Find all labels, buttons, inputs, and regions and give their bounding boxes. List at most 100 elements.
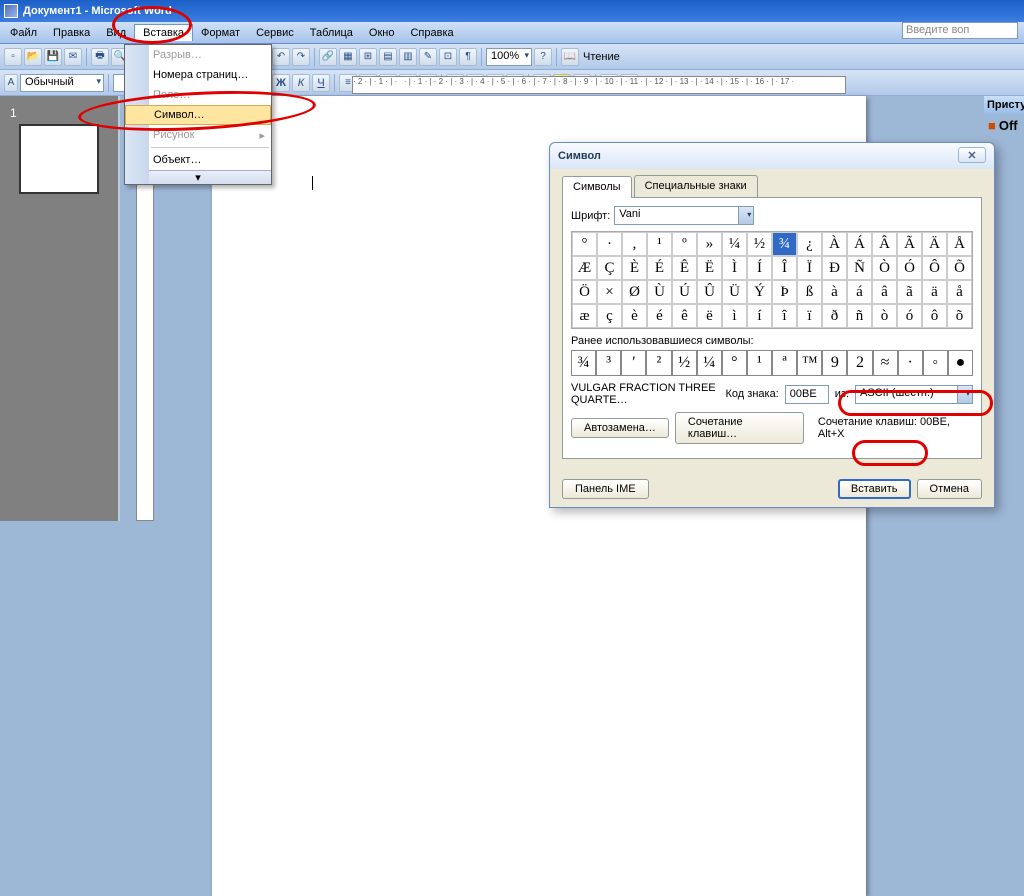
close-button[interactable]: ✕ bbox=[958, 147, 986, 163]
symbol-cell[interactable]: î bbox=[772, 304, 797, 328]
recent-symbol-cell[interactable]: ° bbox=[722, 350, 747, 376]
symbol-cell[interactable]: º bbox=[672, 232, 697, 256]
tab-special[interactable]: Специальные знаки bbox=[634, 175, 758, 197]
from-combo[interactable]: ASCII (шестн.) bbox=[855, 385, 973, 404]
symbol-cell[interactable]: Ñ bbox=[847, 256, 872, 280]
symbol-cell[interactable]: À bbox=[822, 232, 847, 256]
recent-symbol-cell[interactable]: ¹ bbox=[747, 350, 772, 376]
symbol-cell[interactable]: Ï bbox=[797, 256, 822, 280]
symbol-cell[interactable]: â bbox=[872, 280, 897, 304]
menu-tools[interactable]: Сервис bbox=[248, 25, 302, 41]
recent-symbol-cell[interactable]: ½ bbox=[672, 350, 697, 376]
symbol-cell[interactable]: ð bbox=[822, 304, 847, 328]
dd-object[interactable]: Объект… bbox=[125, 150, 271, 170]
symbol-cell[interactable]: ë bbox=[697, 304, 722, 328]
dd-break[interactable]: Разрыв… bbox=[125, 45, 271, 65]
recent-symbol-cell[interactable]: ™ bbox=[797, 350, 822, 376]
dialog-title[interactable]: Символ ✕ bbox=[550, 143, 994, 169]
symbol-cell[interactable]: ç bbox=[597, 304, 622, 328]
hyperlink-button[interactable]: 🔗 bbox=[319, 48, 337, 66]
symbol-cell[interactable]: ¾ bbox=[772, 232, 797, 256]
symbol-cell[interactable]: Ù bbox=[647, 280, 672, 304]
symbol-cell[interactable]: Ü bbox=[722, 280, 747, 304]
style-combo[interactable]: Обычный bbox=[20, 74, 104, 92]
menu-table[interactable]: Таблица bbox=[302, 25, 361, 41]
symbol-cell[interactable]: Ð bbox=[822, 256, 847, 280]
menu-edit[interactable]: Правка bbox=[45, 25, 98, 41]
symbol-cell[interactable]: Á bbox=[847, 232, 872, 256]
symbol-cell[interactable]: Ö bbox=[572, 280, 597, 304]
shortcut-button[interactable]: Сочетание клавиш… bbox=[675, 412, 804, 444]
symbol-cell[interactable]: Ò bbox=[872, 256, 897, 280]
open-button[interactable]: 📂 bbox=[24, 48, 42, 66]
recent-symbol-cell[interactable]: ′ bbox=[621, 350, 646, 376]
excel-button[interactable]: ▤ bbox=[379, 48, 397, 66]
symbol-cell[interactable]: Ø bbox=[622, 280, 647, 304]
docmap-button[interactable]: ⊡ bbox=[439, 48, 457, 66]
symbol-cell[interactable]: Ô bbox=[922, 256, 947, 280]
menu-insert[interactable]: Вставка bbox=[134, 24, 193, 41]
bold-button[interactable]: Ж bbox=[272, 74, 290, 92]
symbol-cell[interactable]: » bbox=[697, 232, 722, 256]
recent-symbol-cell[interactable]: 9 bbox=[822, 350, 847, 376]
symbol-cell[interactable]: Ý bbox=[747, 280, 772, 304]
dd-field[interactable]: Поле… bbox=[125, 85, 271, 105]
symbol-cell[interactable]: é bbox=[647, 304, 672, 328]
menu-help[interactable]: Справка bbox=[402, 25, 461, 41]
undo-button[interactable]: ↶ bbox=[272, 48, 290, 66]
symbol-cell[interactable]: õ bbox=[947, 304, 972, 328]
symbol-cell[interactable]: × bbox=[597, 280, 622, 304]
new-doc-button[interactable]: ▫ bbox=[4, 48, 22, 66]
symbol-cell[interactable]: Â bbox=[872, 232, 897, 256]
columns-button[interactable]: ▥ bbox=[399, 48, 417, 66]
save-button[interactable]: 💾 bbox=[44, 48, 62, 66]
symbol-cell[interactable]: ¿ bbox=[797, 232, 822, 256]
dd-page-numbers[interactable]: Номера страниц… bbox=[125, 65, 271, 85]
symbol-cell[interactable]: Ë bbox=[697, 256, 722, 280]
symbol-cell[interactable]: Ã bbox=[897, 232, 922, 256]
dd-symbol[interactable]: Символ bbox=[125, 105, 271, 125]
symbol-cell[interactable]: ½ bbox=[747, 232, 772, 256]
symbol-cell[interactable]: í bbox=[747, 304, 772, 328]
symbol-cell[interactable]: É bbox=[647, 256, 672, 280]
menu-file[interactable]: Файл bbox=[2, 25, 45, 41]
ime-button[interactable]: Панель IME bbox=[562, 479, 649, 499]
tables-button[interactable]: ▦ bbox=[339, 48, 357, 66]
symbol-cell[interactable]: ° bbox=[572, 232, 597, 256]
symbol-cell[interactable]: Ç bbox=[597, 256, 622, 280]
menu-view[interactable]: Вид bbox=[98, 25, 134, 41]
insert-button[interactable]: Вставить bbox=[838, 479, 911, 499]
symbol-cell[interactable]: Ì bbox=[722, 256, 747, 280]
styles-button[interactable]: A bbox=[4, 74, 18, 92]
symbol-cell[interactable]: · bbox=[597, 232, 622, 256]
symbol-cell[interactable]: , bbox=[622, 232, 647, 256]
symbol-cell[interactable]: Î bbox=[772, 256, 797, 280]
dd-picture[interactable]: Рисунок▸ bbox=[125, 125, 271, 145]
symbol-cell[interactable]: Æ bbox=[572, 256, 597, 280]
symbol-cell[interactable]: Ä bbox=[922, 232, 947, 256]
cancel-button[interactable]: Отмена bbox=[917, 479, 982, 499]
tab-symbols[interactable]: Символы bbox=[562, 176, 632, 198]
symbol-cell[interactable]: ì bbox=[722, 304, 747, 328]
symbol-cell[interactable]: ñ bbox=[847, 304, 872, 328]
symbol-cell[interactable]: Í bbox=[747, 256, 772, 280]
help-search-input[interactable]: Введите воп bbox=[902, 22, 1018, 39]
symbol-cell[interactable]: Û bbox=[697, 280, 722, 304]
symbol-cell[interactable]: Å bbox=[947, 232, 972, 256]
symbol-cell[interactable]: Ê bbox=[672, 256, 697, 280]
ruler-horizontal[interactable]: · 2 · | · 1 · | · · | · 1 · | · 2 · | · … bbox=[352, 76, 846, 94]
font-combo[interactable]: Vani bbox=[614, 206, 754, 225]
recent-symbol-cell[interactable]: ³ bbox=[596, 350, 621, 376]
menu-format[interactable]: Формат bbox=[193, 25, 248, 41]
italic-button[interactable]: К bbox=[292, 74, 310, 92]
recent-symbol-cell[interactable]: ≈ bbox=[873, 350, 898, 376]
zoom-combo[interactable]: 100% bbox=[486, 48, 532, 66]
recent-symbol-cell[interactable]: · bbox=[898, 350, 923, 376]
symbol-cell[interactable]: Þ bbox=[772, 280, 797, 304]
symbol-cell[interactable]: å bbox=[947, 280, 972, 304]
help-button[interactable]: ? bbox=[534, 48, 552, 66]
show-marks-button[interactable]: ¶ bbox=[459, 48, 477, 66]
recent-symbol-cell[interactable]: ¾ bbox=[571, 350, 596, 376]
redo-button[interactable]: ↷ bbox=[292, 48, 310, 66]
office-online[interactable]: ■ Off bbox=[984, 114, 1024, 137]
